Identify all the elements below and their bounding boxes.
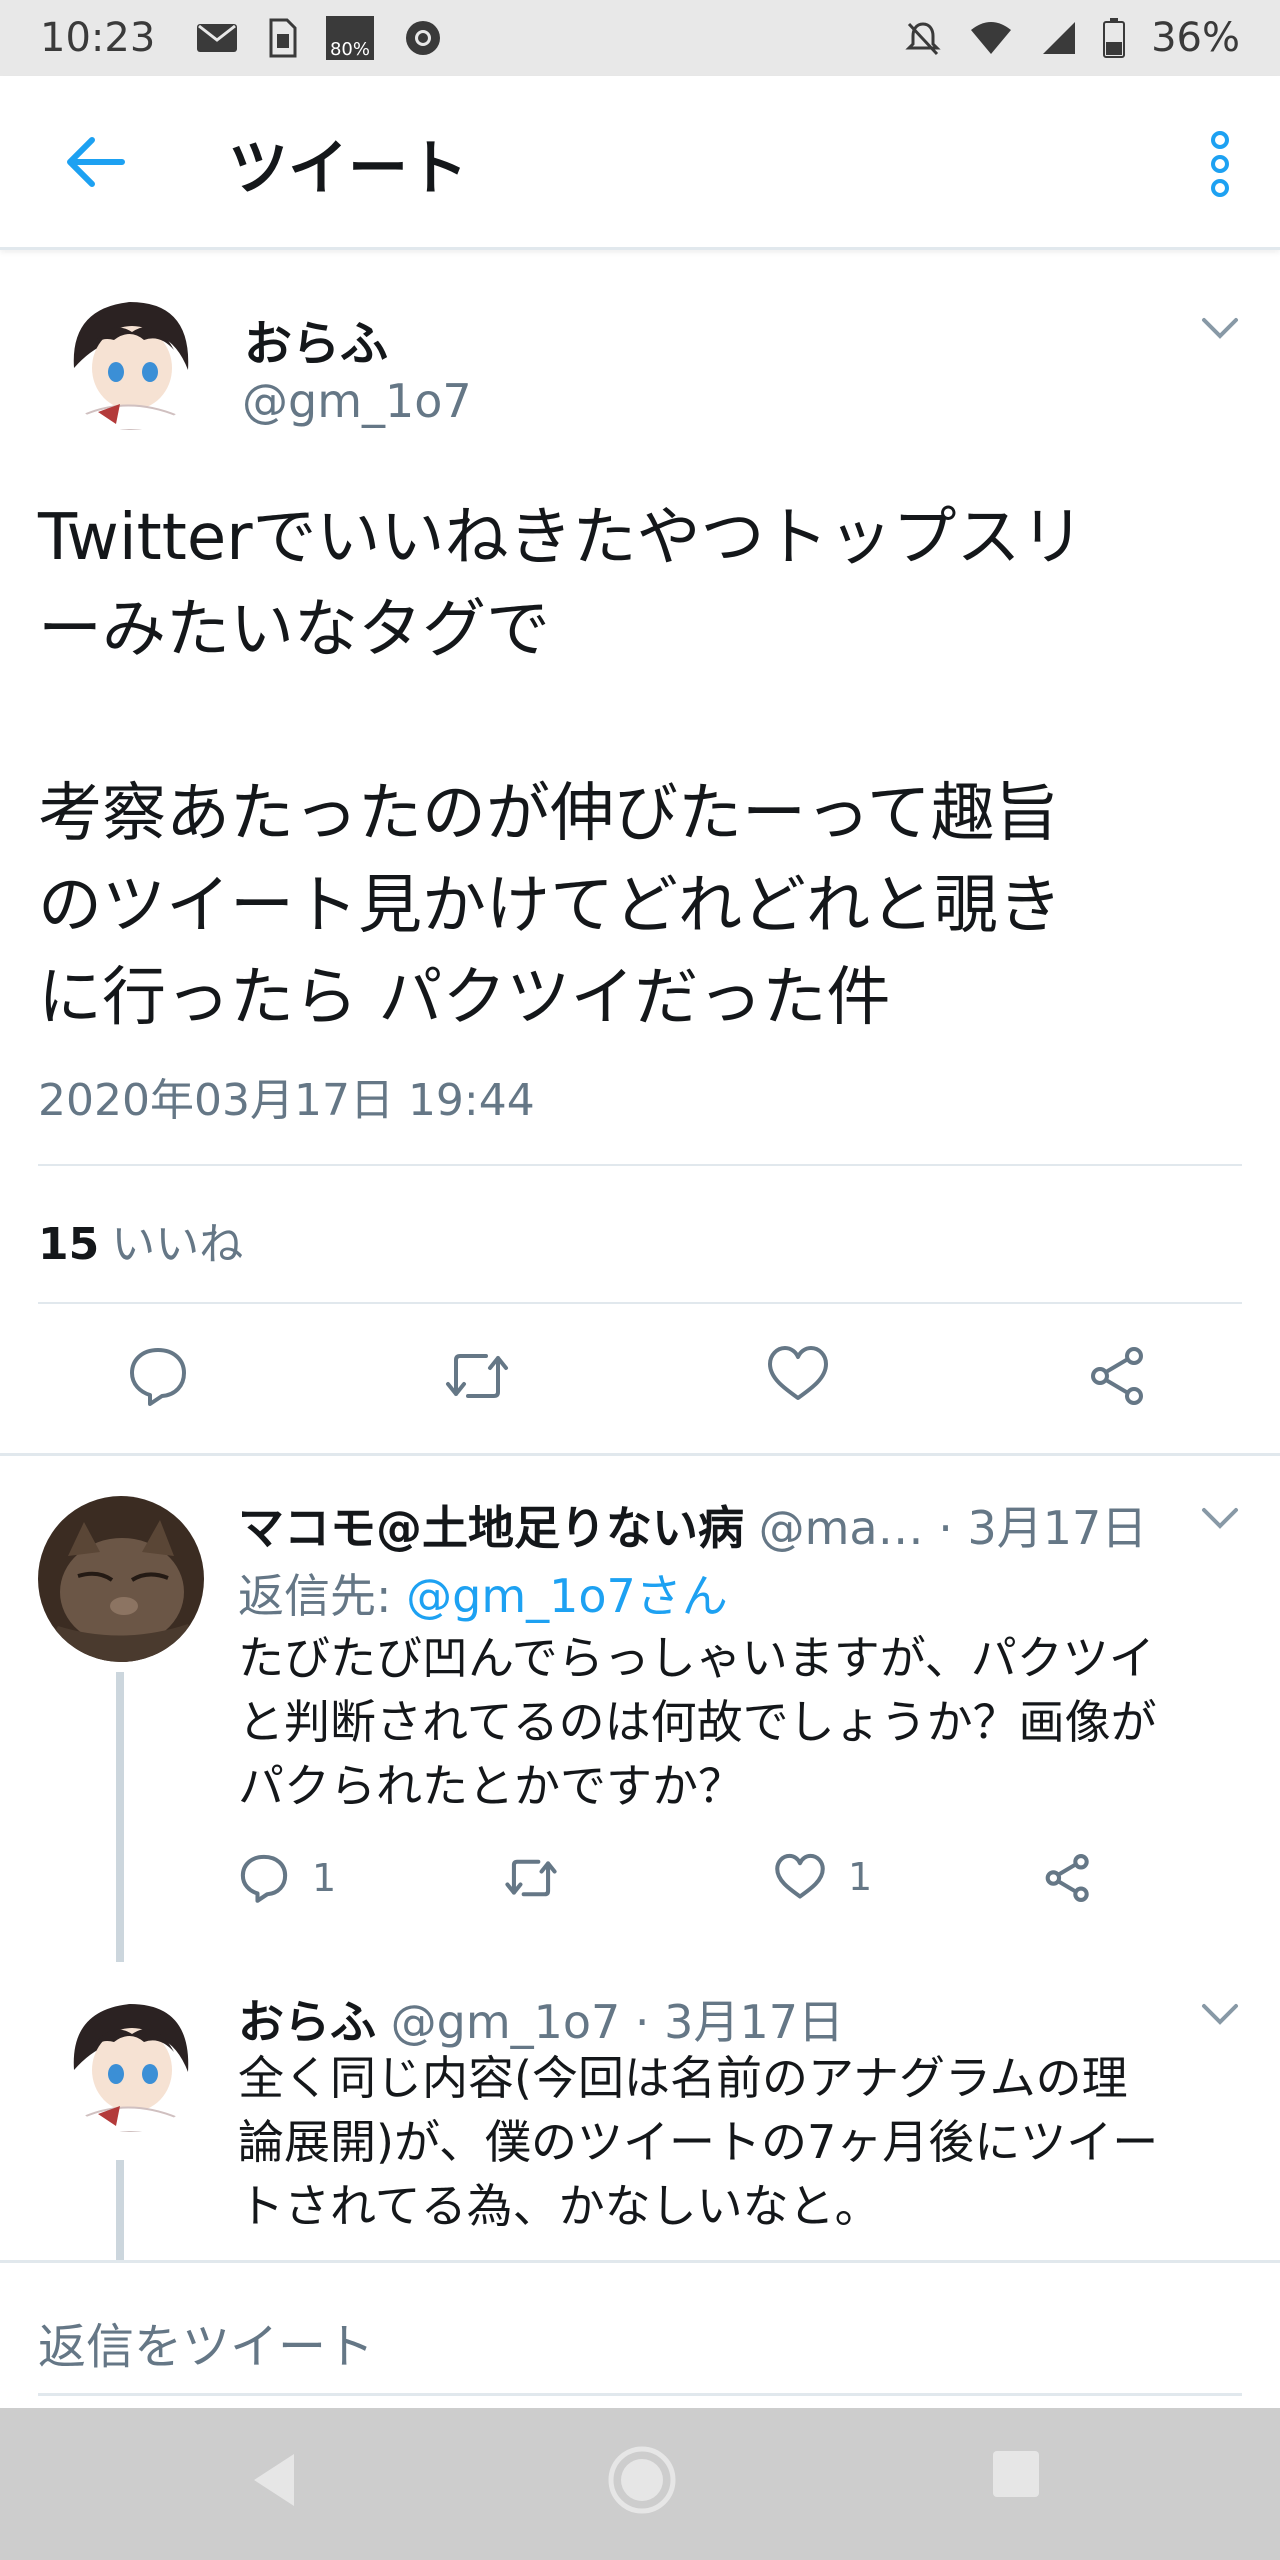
more-vertical-icon xyxy=(1211,131,1229,197)
back-button[interactable] xyxy=(58,132,130,192)
tweet-menu-button[interactable] xyxy=(1200,316,1240,344)
chevron-down-icon xyxy=(1202,318,1238,339)
nav-recents-button[interactable] xyxy=(990,2448,1042,2500)
arrow-left-icon xyxy=(67,137,125,187)
like-button[interactable]: 1 xyxy=(774,1852,872,1902)
reply-count: 1 xyxy=(312,1856,337,1900)
divider xyxy=(38,1164,1242,1166)
retweet-icon xyxy=(505,1859,557,1897)
avatar[interactable] xyxy=(38,1496,204,1662)
like-button[interactable] xyxy=(766,1344,830,1404)
reply-input-placeholder[interactable]: 返信をツイート xyxy=(38,2307,374,2377)
avatar[interactable] xyxy=(60,1990,202,2132)
author-name[interactable]: おらふ xyxy=(244,304,388,374)
status-notification-icons: 80% xyxy=(195,15,443,61)
comment-icon xyxy=(130,1348,186,1406)
author-handle[interactable]: @gm_1o7 xyxy=(242,374,472,428)
retweet-icon xyxy=(446,1354,508,1398)
likes-summary[interactable]: 15 いいね xyxy=(38,1208,243,1272)
nav-recents-icon xyxy=(993,2451,1039,2497)
reply-author-name[interactable]: おらふ xyxy=(238,1995,376,2049)
nav-home-button[interactable] xyxy=(606,2444,678,2516)
signal-icon xyxy=(1039,20,1077,56)
reply-to-link[interactable]: @gm_1o7さん xyxy=(406,1569,728,1623)
system-nav-bar xyxy=(0,2408,1280,2560)
chevron-down-icon xyxy=(1202,1508,1238,1529)
battery-icon xyxy=(1103,18,1126,58)
reply-author-name[interactable]: マコモ@土地足りない病 xyxy=(238,1501,744,1555)
reply-to-line: 返信先: @gm_1o7さん xyxy=(238,1560,728,1626)
tweet-action-bar xyxy=(0,1334,1280,1430)
overflow-menu-button[interactable] xyxy=(1200,124,1240,204)
status-badge-text: 80% xyxy=(330,39,370,60)
status-time: 10:23 xyxy=(40,15,156,61)
chevron-down-icon xyxy=(1202,2004,1238,2025)
reply-action-bar: 1 1 xyxy=(230,1852,1130,1922)
sim-card-icon xyxy=(267,18,297,58)
reply-button[interactable]: 1 xyxy=(238,1852,336,1904)
divider xyxy=(0,1453,1280,1456)
divider xyxy=(38,1302,1242,1304)
battery-percent: 36% xyxy=(1151,15,1240,61)
likes-count: 15 xyxy=(38,1219,100,1270)
reply-header: おらふ @gm_1o7 · 3月17日 xyxy=(238,1986,1240,2052)
reply-composer[interactable]: 返信をツイート xyxy=(0,2260,1280,2408)
avatar[interactable] xyxy=(60,288,202,430)
tweet-timestamp[interactable]: 2020年03月17日 19:44 xyxy=(38,1064,535,1128)
reply-menu-button[interactable] xyxy=(1200,1506,1240,1534)
comment-icon xyxy=(240,1854,288,1903)
thread-line xyxy=(116,1672,124,1962)
divider xyxy=(38,2393,1242,2396)
reply-button[interactable] xyxy=(126,1344,190,1408)
wifi-icon xyxy=(969,20,1013,56)
data-saver-icon: 80% xyxy=(325,15,375,61)
chrome-icon xyxy=(403,18,443,58)
mute-icon xyxy=(903,18,943,58)
page-title: ツイート xyxy=(228,134,468,204)
mail-icon xyxy=(195,20,239,56)
reply-text: 全く同じ内容(今回は名前のアナグラムの理 論展開)が、僕のツイートの7ヶ月後にツ… xyxy=(238,2051,1159,2233)
heart-icon xyxy=(775,1853,825,1899)
reply-meta: @ma… · 3月17日 xyxy=(744,1501,1148,1555)
share-button[interactable] xyxy=(1086,1344,1150,1408)
status-bar: 10:23 80% 36% xyxy=(0,0,1280,76)
reply-menu-button[interactable] xyxy=(1200,2002,1240,2030)
reply-text: たびたび凹んでらっしゃいますが、パクツイ と判断されてるのは何故でしょうか？画像… xyxy=(238,1631,1157,1813)
nav-back-icon xyxy=(254,2454,294,2506)
reply-meta: @gm_1o7 · 3月17日 xyxy=(376,1995,844,2049)
share-icon xyxy=(1091,1347,1143,1405)
heart-icon xyxy=(768,1346,828,1400)
share-icon xyxy=(1045,1854,1089,1902)
status-system-icons: 36% xyxy=(903,15,1240,61)
like-count: 1 xyxy=(848,1855,873,1899)
nav-home-icon xyxy=(608,2446,676,2514)
retweet-button[interactable] xyxy=(502,1852,560,1904)
nav-back-button[interactable] xyxy=(244,2448,304,2512)
likes-label: いいね xyxy=(111,1219,244,1270)
thread-line xyxy=(116,2160,124,2260)
app-header: ツイート xyxy=(0,76,1280,250)
tweet-text: Twitterでいいねきたやつトップスリ ーみたいなタグで 考察あたったのが伸び… xyxy=(38,501,1085,1035)
retweet-button[interactable] xyxy=(442,1344,512,1408)
reply-to-prefix: 返信先: xyxy=(238,1569,407,1623)
reply-header: マコモ@土地足りない病 @ma… · 3月17日 xyxy=(238,1492,1240,1558)
share-button[interactable] xyxy=(1042,1852,1094,1904)
